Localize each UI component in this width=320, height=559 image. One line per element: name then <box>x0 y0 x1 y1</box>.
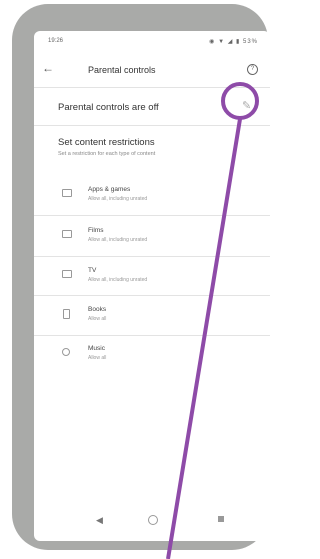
divider <box>34 295 270 296</box>
divider <box>34 256 270 257</box>
phone-frame: 19:26 ◉ ▼ ◢ ▮ 53% ← Parental controls ? … <box>12 4 270 550</box>
divider <box>34 125 270 126</box>
parental-controls-label: Parental controls are off <box>58 102 159 113</box>
restriction-item-books[interactable]: Books Allow all <box>34 303 270 339</box>
nav-bar: ◀ <box>34 501 270 541</box>
wifi-icon: ▼ <box>218 39 226 45</box>
battery-percent: 53% <box>242 39 258 45</box>
back-triangle-icon[interactable]: ◀ <box>96 515 103 526</box>
signal-icon: ◢ <box>227 39 234 45</box>
item-title: Music <box>88 345 105 352</box>
item-subtitle: Allow all, including unrated <box>88 196 148 202</box>
home-circle-icon[interactable] <box>148 515 158 525</box>
recents-square-icon[interactable] <box>218 516 224 522</box>
parental-controls-row[interactable]: Parental controls are off ✎ <box>34 89 270 119</box>
item-title: Apps & games <box>88 186 131 193</box>
restriction-item-music[interactable]: Music Allow all <box>34 342 270 378</box>
item-title: TV <box>88 267 97 274</box>
restriction-item-films[interactable]: Films Allow all, including unrated <box>34 224 270 260</box>
apps-icon <box>62 189 72 197</box>
item-title: Films <box>88 227 104 234</box>
status-bar: 19:26 ◉ ▼ ◢ ▮ 53% <box>34 31 270 51</box>
restriction-item-apps[interactable]: Apps & games Allow all, including unrate… <box>34 183 270 219</box>
tv-icon <box>62 270 72 278</box>
status-time: 19:26 <box>48 38 64 44</box>
item-title: Books <box>88 306 107 313</box>
divider <box>34 215 270 216</box>
item-subtitle: Allow all <box>88 355 107 361</box>
location-icon: ◉ <box>209 39 216 45</box>
film-icon <box>62 230 72 238</box>
section-title: Set content restrictions <box>58 137 155 148</box>
pencil-icon[interactable]: ✎ <box>242 99 251 112</box>
divider <box>34 87 270 88</box>
battery-icon: ▮ <box>236 39 241 45</box>
section-subtitle: Set a restriction for each type of conte… <box>58 151 156 157</box>
page-title: Parental controls <box>88 65 156 75</box>
item-subtitle: Allow all, including unrated <box>88 277 148 283</box>
help-icon[interactable]: ? <box>247 64 258 75</box>
status-icons: ◉ ▼ ◢ ▮ 53% <box>209 38 258 45</box>
item-subtitle: Allow all <box>88 316 107 322</box>
item-subtitle: Allow all, including unrated <box>88 237 148 243</box>
book-icon <box>63 309 70 319</box>
music-icon <box>62 348 70 356</box>
arrow-left-icon[interactable]: ← <box>42 61 54 75</box>
app-bar: ← Parental controls ? <box>34 53 270 87</box>
divider <box>34 335 270 336</box>
phone-screen: 19:26 ◉ ▼ ◢ ▮ 53% ← Parental controls ? … <box>34 31 270 541</box>
